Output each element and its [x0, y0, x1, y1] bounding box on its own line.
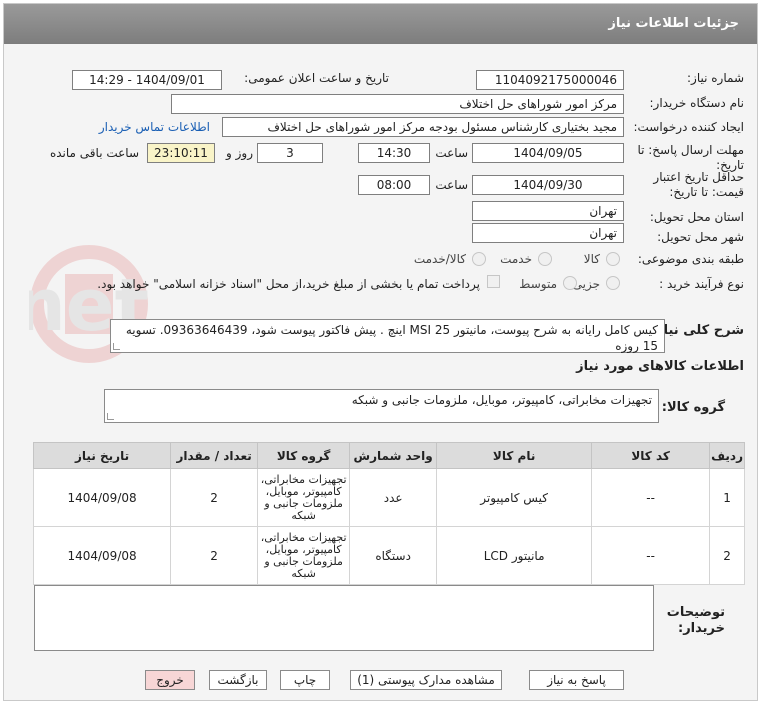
cell-code: --: [591, 526, 711, 585]
col-group: گروه کالا: [257, 442, 351, 469]
remaining-label: ساعت باقی مانده: [49, 146, 139, 160]
cell-date: 1404/09/08: [32, 468, 172, 527]
city-field: تهران: [472, 223, 624, 243]
cell-unit: دستگاه: [349, 526, 438, 585]
need-details-panel: جزئیات اطلاعات نیاز AriaTender.net شماره…: [3, 3, 758, 701]
validity-time-label: ساعت: [435, 178, 468, 192]
goods-group-textarea: تجهیزات مخابراتی، کامپیوتر، موبایل، ملزو…: [104, 389, 659, 423]
panel-header: جزئیات اطلاعات نیاز: [4, 4, 757, 44]
category-option-goods: کالا: [583, 252, 600, 266]
table-row: 2 -- مانیتور LCD دستگاه تجهیزات مخابراتی…: [32, 526, 745, 585]
view-attachments-button[interactable]: مشاهده مدارک پیوستی (1): [350, 670, 502, 690]
validity-time-field: 08:00: [358, 175, 430, 195]
cell-date: 1404/09/08: [32, 526, 172, 585]
buyer-contact-link[interactable]: اطلاعات تماس خریدار: [99, 120, 210, 134]
back-button[interactable]: بازگشت: [209, 670, 267, 690]
category-label: طبقه بندی موضوعی:: [637, 252, 744, 266]
treasury-payment-note: پرداخت تمام یا بخشی از مبلغ خرید،از محل …: [97, 277, 480, 291]
col-unit: واحد شمارش: [349, 442, 438, 469]
announce-field: 1404/09/01 - 14:29: [72, 70, 222, 90]
treasury-payment-checkbox[interactable]: [487, 275, 500, 288]
days-field: 3: [257, 143, 323, 163]
process-label: نوع فرآیند خرید :: [659, 277, 744, 291]
cell-qty: 2: [170, 468, 259, 527]
goods-group-text: تجهیزات مخابراتی، کامپیوتر، موبایل، ملزو…: [351, 393, 652, 407]
cell-unit: عدد: [349, 468, 438, 527]
buyer-org-label: نام دستگاه خریدار:: [649, 96, 745, 110]
buyer-notes-label-2: خریدار:: [678, 621, 725, 636]
buyer-notes-textarea[interactable]: [34, 585, 654, 651]
description-text: کیس کامل رایانه به شرح پیوست، مانیتور 25…: [125, 323, 658, 353]
validity-label-2: قیمت: تا تاریخ:: [669, 185, 744, 199]
announce-label: تاریخ و ساعت اعلان عمومی:: [244, 71, 389, 85]
creator-label: ایجاد کننده درخواست:: [633, 120, 744, 134]
table-row: 1 -- کیس کامپیوتر عدد تجهیزات مخابراتی، …: [32, 468, 745, 527]
validity-label: حداقل تاریخ اعتبار: [653, 170, 744, 184]
cell-row: 1: [709, 468, 745, 527]
goods-table: ردیف کد کالا نام کالا واحد شمارش گروه کا…: [32, 442, 745, 585]
goods-group-label: گروه کالا:: [661, 400, 725, 415]
col-qty: تعداد / مقدار: [170, 442, 259, 469]
remaining-time-field: 23:10:11: [147, 143, 215, 163]
province-label: استان محل تحویل:: [649, 210, 744, 224]
category-option-goods-service: کالا/خدمت: [413, 252, 466, 266]
deadline-date-field: 1404/09/05: [472, 143, 624, 163]
deadline-time-field: 14:30: [358, 143, 430, 163]
process-radio-minor[interactable]: [606, 276, 620, 290]
cell-code: --: [591, 468, 711, 527]
category-radio-goods[interactable]: [606, 252, 620, 266]
process-radio-medium[interactable]: [563, 276, 577, 290]
category-radio-goods-service[interactable]: [472, 252, 486, 266]
city-label: شهر محل تحویل:: [657, 230, 744, 244]
cell-name: کیس کامپیوتر: [436, 468, 593, 527]
cell-group: تجهیزات مخابراتی، کامپیوتر، موبایل، ملزو…: [257, 468, 351, 527]
col-code: کد کالا: [591, 442, 711, 469]
goods-table-header-row: ردیف کد کالا نام کالا واحد شمارش گروه کا…: [32, 442, 745, 469]
description-textarea: کیس کامل رایانه به شرح پیوست، مانیتور 25…: [110, 319, 665, 353]
category-option-service: خدمت: [500, 252, 532, 266]
cell-qty: 2: [170, 526, 259, 585]
cell-name: مانیتور LCD: [436, 526, 593, 585]
buyer-org-field: مرکز امور شوراهای حل اختلاف: [171, 94, 624, 114]
deadline-time-label: ساعت: [435, 146, 468, 160]
col-name: نام کالا: [436, 442, 593, 469]
province-field: تهران: [472, 201, 624, 221]
goods-section-title: اطلاعات کالاهای مورد نیاز: [576, 359, 744, 374]
buyer-notes-label: توضیحات: [666, 605, 725, 620]
category-radio-service[interactable]: [538, 252, 552, 266]
need-number-label: شماره نیاز:: [687, 71, 744, 85]
col-row: ردیف: [709, 442, 745, 469]
days-label: روز و: [226, 146, 253, 160]
cell-row: 2: [709, 526, 745, 585]
deadline-label: مهلت ارسال پاسخ: تا: [637, 143, 744, 157]
print-button[interactable]: چاپ: [280, 670, 330, 690]
col-date: تاریخ نیاز: [32, 442, 172, 469]
resize-grip-icon[interactable]: [113, 343, 120, 350]
cell-group: تجهیزات مخابراتی، کامپیوتر، موبایل، ملزو…: [257, 526, 351, 585]
exit-button[interactable]: خروج: [145, 670, 195, 690]
reply-button[interactable]: پاسخ به نیاز: [529, 670, 624, 690]
resize-grip-icon[interactable]: [107, 413, 114, 420]
need-number-field: 1104092175000046: [476, 70, 624, 90]
creator-field: مجید بختیاری کارشناس مسئول بودجه مرکز ام…: [222, 117, 624, 137]
process-option-medium: متوسط: [519, 277, 557, 291]
validity-date-field: 1404/09/30: [472, 175, 624, 195]
